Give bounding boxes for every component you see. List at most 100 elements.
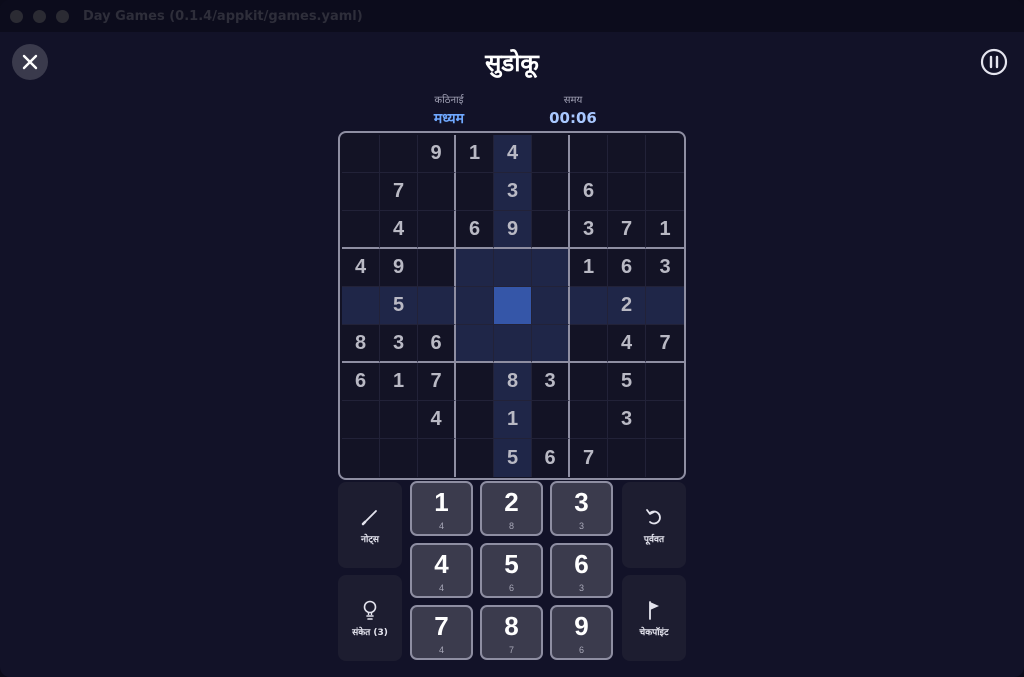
number-button-5[interactable]: 56 xyxy=(480,543,543,598)
sudoku-cell[interactable] xyxy=(570,401,608,439)
sudoku-cell[interactable] xyxy=(646,173,684,211)
sudoku-cell[interactable] xyxy=(608,173,646,211)
sudoku-cell[interactable] xyxy=(532,401,570,439)
sudoku-cell[interactable]: 5 xyxy=(494,439,532,477)
sudoku-cell[interactable] xyxy=(494,249,532,287)
sudoku-cell[interactable] xyxy=(418,211,456,249)
sudoku-cell[interactable] xyxy=(342,173,380,211)
sudoku-cell[interactable] xyxy=(380,439,418,477)
sudoku-cell[interactable] xyxy=(456,249,494,287)
sudoku-cell[interactable]: 6 xyxy=(608,249,646,287)
number-button-2[interactable]: 28 xyxy=(480,481,543,536)
sudoku-cell[interactable]: 3 xyxy=(494,173,532,211)
sudoku-cell[interactable]: 5 xyxy=(608,363,646,401)
sudoku-cell[interactable] xyxy=(608,439,646,477)
number-button-4[interactable]: 44 xyxy=(410,543,473,598)
sudoku-cell[interactable]: 7 xyxy=(380,173,418,211)
number-button-1[interactable]: 14 xyxy=(410,481,473,536)
sudoku-cell[interactable] xyxy=(418,173,456,211)
sudoku-cell[interactable] xyxy=(532,211,570,249)
sudoku-cell[interactable] xyxy=(342,401,380,439)
sudoku-cell[interactable]: 1 xyxy=(494,401,532,439)
sudoku-cell[interactable]: 9 xyxy=(418,135,456,173)
window-minimize-control[interactable] xyxy=(33,9,46,23)
pause-button[interactable] xyxy=(979,47,1008,76)
number-button-3[interactable]: 33 xyxy=(550,481,613,536)
checkpoint-label: चेकपॉइंट xyxy=(639,627,669,638)
sudoku-cell[interactable] xyxy=(380,401,418,439)
sudoku-cell[interactable]: 4 xyxy=(418,401,456,439)
sudoku-cell[interactable] xyxy=(646,401,684,439)
sudoku-cell[interactable]: 6 xyxy=(342,363,380,401)
sudoku-cell[interactable] xyxy=(532,249,570,287)
sudoku-cell[interactable] xyxy=(418,287,456,325)
sudoku-cell[interactable] xyxy=(608,135,646,173)
sudoku-cell[interactable] xyxy=(570,363,608,401)
sudoku-cell[interactable]: 5 xyxy=(380,287,418,325)
sudoku-cell[interactable] xyxy=(418,439,456,477)
window-zoom-control[interactable] xyxy=(56,9,69,23)
sudoku-cell[interactable]: 4 xyxy=(608,325,646,363)
sudoku-cell[interactable]: 8 xyxy=(494,363,532,401)
sudoku-cell[interactable]: 9 xyxy=(494,211,532,249)
sudoku-cell[interactable]: 3 xyxy=(570,211,608,249)
number-button-6[interactable]: 63 xyxy=(550,543,613,598)
sudoku-cell[interactable]: 7 xyxy=(646,325,684,363)
notes-label: नोट्स xyxy=(361,534,379,545)
sudoku-cell[interactable] xyxy=(570,325,608,363)
sudoku-cell[interactable]: 3 xyxy=(646,249,684,287)
checkpoint-button[interactable]: चेकपॉइंट xyxy=(622,575,686,661)
number-button-8[interactable]: 87 xyxy=(480,605,543,660)
number-button-9[interactable]: 96 xyxy=(550,605,613,660)
sudoku-cell[interactable]: 6 xyxy=(532,439,570,477)
sudoku-cell[interactable] xyxy=(342,287,380,325)
sudoku-cell[interactable] xyxy=(456,287,494,325)
notes-button[interactable]: नोट्स xyxy=(338,482,402,568)
sudoku-cell[interactable]: 1 xyxy=(646,211,684,249)
sudoku-cell[interactable]: 7 xyxy=(418,363,456,401)
window-close-control[interactable] xyxy=(10,9,23,23)
number-button-7[interactable]: 74 xyxy=(410,605,473,660)
sudoku-cell[interactable]: 7 xyxy=(570,439,608,477)
sudoku-cell[interactable]: 8 xyxy=(342,325,380,363)
sudoku-cell[interactable]: 1 xyxy=(456,135,494,173)
sudoku-cell[interactable] xyxy=(342,439,380,477)
sudoku-cell[interactable]: 4 xyxy=(342,249,380,287)
sudoku-cell[interactable] xyxy=(418,249,456,287)
sudoku-cell[interactable] xyxy=(532,325,570,363)
sudoku-cell[interactable]: 1 xyxy=(570,249,608,287)
sudoku-cell[interactable] xyxy=(342,135,380,173)
sudoku-cell[interactable] xyxy=(456,401,494,439)
sudoku-cell[interactable] xyxy=(646,287,684,325)
sudoku-cell[interactable]: 6 xyxy=(418,325,456,363)
sudoku-cell[interactable]: 9 xyxy=(380,249,418,287)
sudoku-cell[interactable] xyxy=(456,173,494,211)
sudoku-cell[interactable] xyxy=(570,287,608,325)
sudoku-cell[interactable]: 3 xyxy=(532,363,570,401)
undo-button[interactable]: पूर्ववत xyxy=(622,482,686,568)
sudoku-cell[interactable] xyxy=(456,363,494,401)
sudoku-cell[interactable]: 3 xyxy=(380,325,418,363)
sudoku-cell[interactable]: 4 xyxy=(494,135,532,173)
sudoku-cell[interactable]: 7 xyxy=(608,211,646,249)
sudoku-cell[interactable]: 1 xyxy=(380,363,418,401)
sudoku-cell[interactable] xyxy=(456,325,494,363)
sudoku-cell[interactable] xyxy=(380,135,418,173)
sudoku-cell[interactable] xyxy=(342,211,380,249)
sudoku-cell[interactable]: 2 xyxy=(608,287,646,325)
sudoku-cell[interactable] xyxy=(532,173,570,211)
sudoku-cell[interactable] xyxy=(532,135,570,173)
sudoku-cell[interactable] xyxy=(494,325,532,363)
sudoku-cell[interactable] xyxy=(646,439,684,477)
sudoku-cell[interactable]: 4 xyxy=(380,211,418,249)
sudoku-cell[interactable] xyxy=(456,439,494,477)
sudoku-cell[interactable] xyxy=(494,287,532,325)
sudoku-cell[interactable] xyxy=(646,135,684,173)
sudoku-cell[interactable] xyxy=(646,363,684,401)
hint-button[interactable]: संकेत (3) xyxy=(338,575,402,661)
sudoku-cell[interactable]: 3 xyxy=(608,401,646,439)
sudoku-cell[interactable] xyxy=(532,287,570,325)
sudoku-cell[interactable]: 6 xyxy=(570,173,608,211)
sudoku-cell[interactable] xyxy=(570,135,608,173)
sudoku-cell[interactable]: 6 xyxy=(456,211,494,249)
